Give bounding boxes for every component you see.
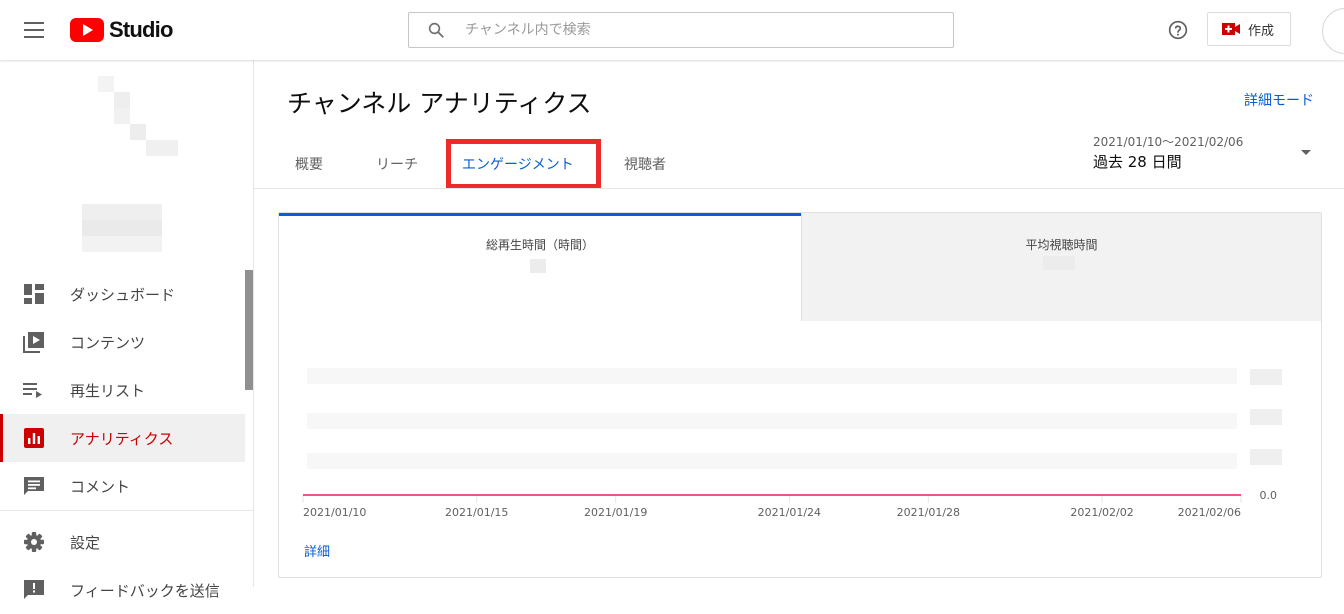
- search-icon: [428, 22, 444, 38]
- avatar[interactable]: [1322, 8, 1344, 54]
- create-label: 作成: [1248, 23, 1275, 39]
- gear-icon: [23, 531, 45, 553]
- date-range[interactable]: 2021/01/10〜2021/02/06: [1093, 133, 1243, 150]
- sidebar-item-label: アナリティクス: [70, 429, 174, 448]
- search-input[interactable]: [465, 13, 935, 47]
- main-divider: [254, 188, 1344, 189]
- x-tick-label: 2021/01/15: [445, 506, 508, 519]
- sidebar-item-comments[interactable]: コメント: [0, 462, 245, 510]
- grid-band: [307, 368, 1237, 384]
- create-button[interactable]: 作成: [1207, 12, 1291, 46]
- sidebar-item-dashboard[interactable]: ダッシュボード: [0, 270, 245, 318]
- sidebar-item-label: コンテンツ: [70, 333, 146, 352]
- y-value-blur: [1250, 409, 1282, 425]
- tab-audience[interactable]: 視聴者: [624, 154, 666, 174]
- x-tick-label: 2021/01/24: [758, 506, 821, 519]
- sidebar-scrollbar[interactable]: [245, 270, 253, 390]
- comment-icon: [23, 475, 45, 497]
- logo-text: Studio: [109, 17, 173, 42]
- sidebar-item-settings[interactable]: 設定: [0, 518, 245, 566]
- sidebar-item-label: 再生リスト: [70, 381, 146, 400]
- x-tick-label: 2021/01/10: [303, 506, 366, 519]
- tab-reach[interactable]: リーチ: [376, 154, 418, 174]
- y-tick-label: 0.0: [1260, 489, 1278, 502]
- help-icon[interactable]: [1168, 20, 1188, 40]
- x-tick-label: 2021/02/02: [1070, 506, 1133, 519]
- sidebar-item-playlists[interactable]: 再生リスト: [0, 366, 245, 414]
- video-camera-icon: [1222, 23, 1240, 35]
- date-preset[interactable]: 過去 28 日間: [1093, 151, 1182, 172]
- sidebar-item-label: フィードバックを送信: [70, 581, 220, 600]
- youtube-play-icon: [70, 18, 104, 42]
- studio-logo[interactable]: Studio: [70, 17, 173, 42]
- sidebar-item-label: 設定: [70, 533, 101, 552]
- x-tick-label: 2021/01/19: [584, 506, 647, 519]
- watch-time-chart: 2021/01/10 2021/01/15 2021/01/19 2021/01/24…: [302, 368, 1282, 519]
- sidebar-item-analytics[interactable]: アナリティクス: [0, 414, 245, 462]
- x-tick-label: 2021/02/06: [1178, 506, 1241, 519]
- playlist-icon: [23, 379, 45, 401]
- dashboard-icon: [23, 283, 45, 305]
- menu-icon[interactable]: [24, 22, 44, 38]
- search-box[interactable]: [408, 12, 954, 48]
- page-title: チャンネル アナリティクス: [287, 89, 592, 118]
- chevron-down-icon[interactable]: [1301, 150, 1311, 155]
- sidebar: ダッシュボード コンテンツ 再生リスト アナリティクス コメント 設定 フィード…: [0, 60, 254, 600]
- top-bar: Studio 作成: [0, 0, 1344, 60]
- analytics-icon: [23, 427, 45, 449]
- grid-band: [307, 413, 1237, 429]
- content-icon: [23, 331, 45, 353]
- details-link[interactable]: 詳細: [304, 541, 330, 560]
- sidebar-item-label: ダッシュボード: [70, 285, 176, 304]
- y-value-blur: [1250, 369, 1282, 385]
- y-value-blur: [1250, 449, 1282, 465]
- sidebar-item-content[interactable]: コンテンツ: [0, 318, 245, 366]
- advanced-mode-link[interactable]: 詳細モード: [1244, 90, 1314, 110]
- tab-highlight-annotation: [446, 139, 601, 189]
- grid-band: [307, 453, 1237, 469]
- sidebar-item-label: コメント: [70, 477, 131, 496]
- x-tick-label: 2021/01/28: [897, 506, 960, 519]
- tab-overview[interactable]: 概要: [295, 154, 323, 174]
- feedback-icon: [23, 579, 45, 601]
- sidebar-divider: [0, 510, 253, 511]
- analytics-card: 総再生時間（時間） 平均視聴時間 2021/01/10 2021/01/15 202…: [278, 212, 1322, 578]
- sidebar-item-feedback[interactable]: フィードバックを送信: [0, 566, 245, 614]
